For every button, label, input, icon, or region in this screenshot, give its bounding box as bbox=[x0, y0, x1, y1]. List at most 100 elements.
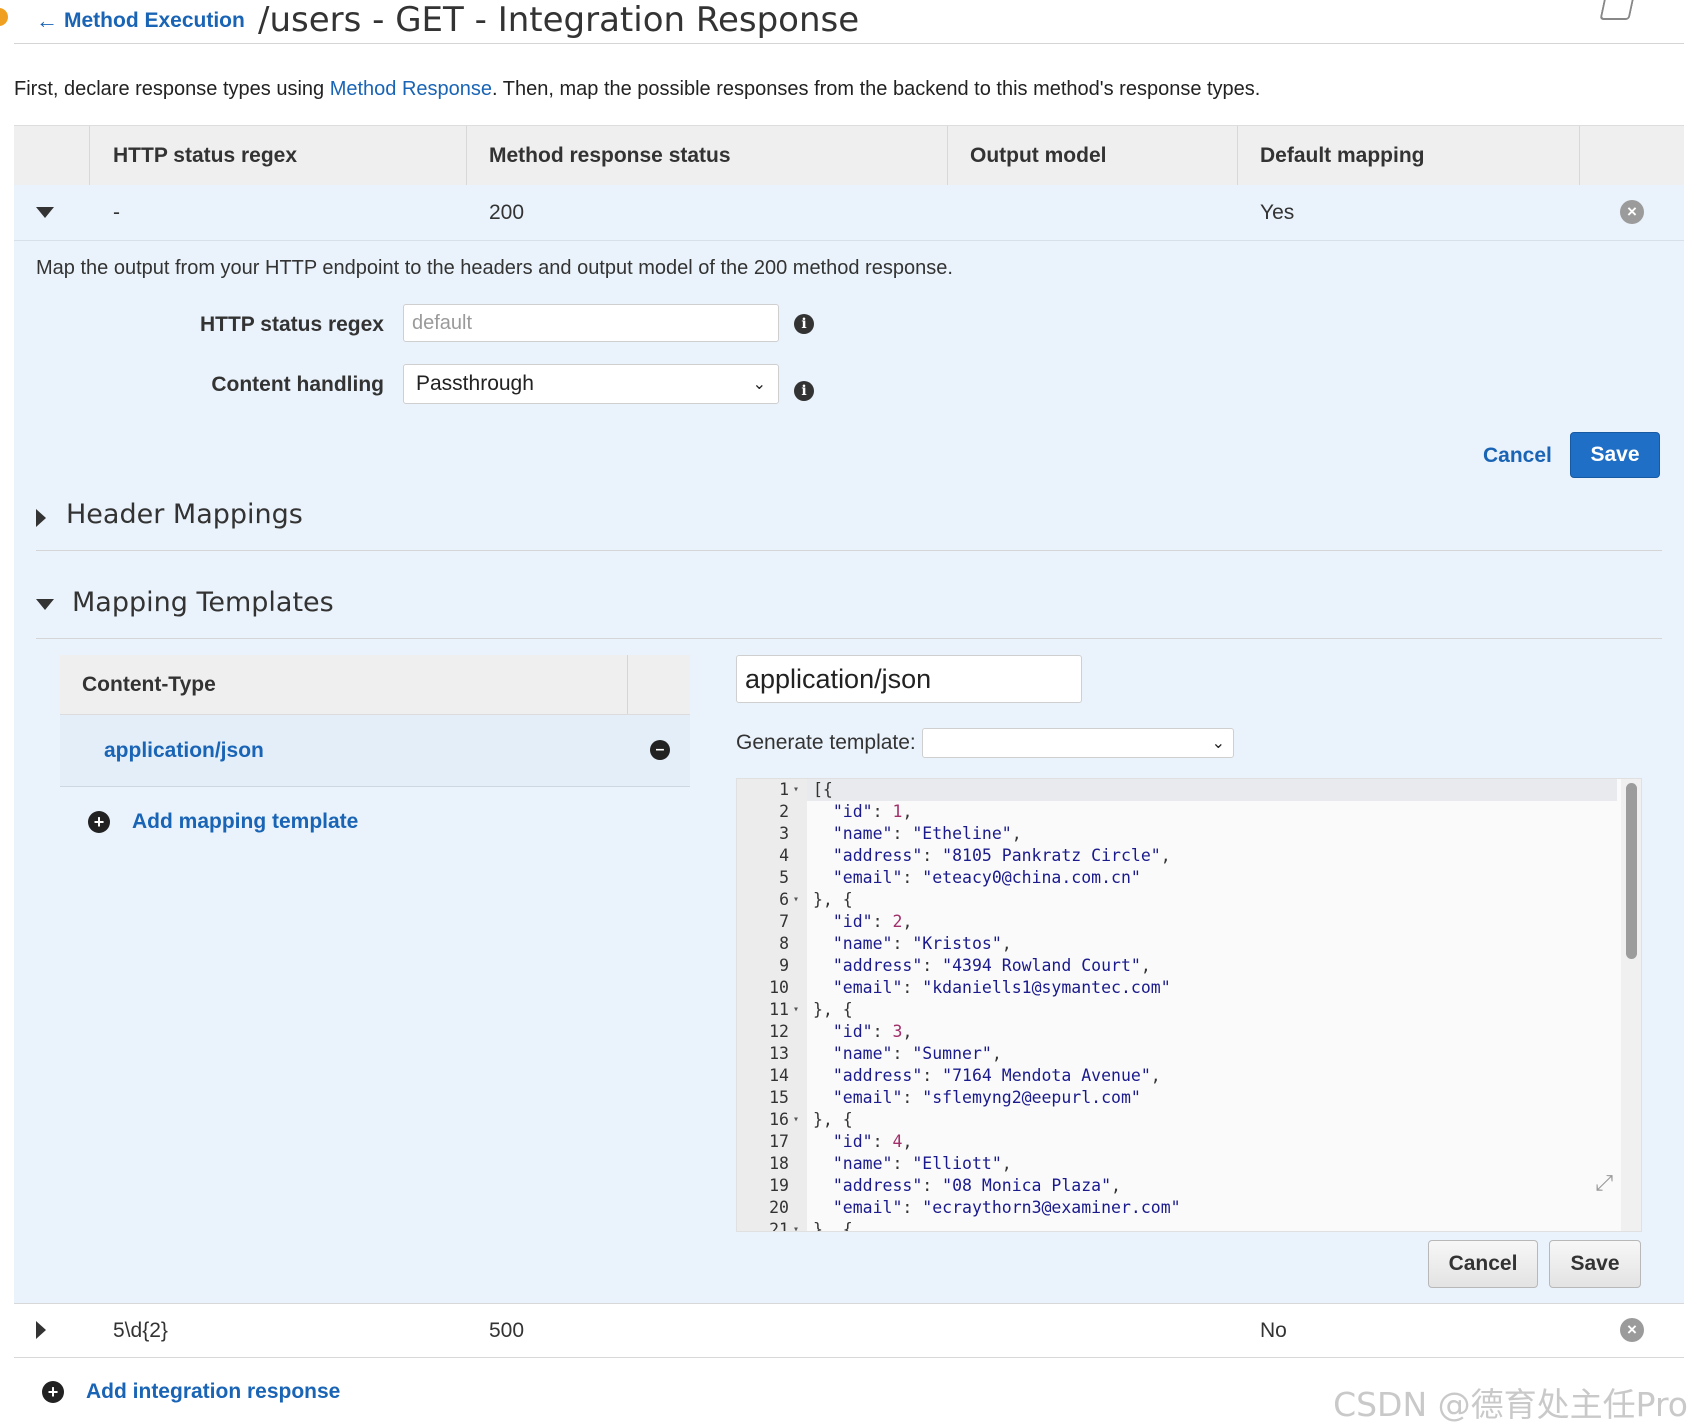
line-number: 13 bbox=[769, 1044, 789, 1063]
line-number: 16 bbox=[769, 1110, 789, 1129]
app-logo-icon bbox=[0, 8, 8, 26]
detail-save-button[interactable]: Save bbox=[1570, 432, 1660, 478]
line-number: 18 bbox=[769, 1154, 789, 1173]
code-text: "id": 4, bbox=[832, 1132, 913, 1151]
content-type-input[interactable]: application/json bbox=[736, 655, 1082, 703]
code-text: "name": "Kristos", bbox=[832, 934, 1012, 953]
minus-circle-icon[interactable]: – bbox=[650, 740, 670, 760]
method-response-link[interactable]: Method Response bbox=[330, 78, 492, 100]
line-number: 8 bbox=[779, 934, 789, 953]
editor-scrollbar[interactable] bbox=[1621, 779, 1641, 1231]
column-separator bbox=[627, 655, 628, 714]
row-method-status: 500 bbox=[489, 1319, 525, 1342]
code-text: "name": "Etheline", bbox=[832, 824, 1022, 843]
triangle-down-icon[interactable] bbox=[36, 599, 54, 610]
plus-circle-icon[interactable]: + bbox=[42, 1381, 64, 1403]
docs-book-icon[interactable] bbox=[1599, 0, 1635, 20]
line-number: 10 bbox=[769, 978, 789, 997]
line-number: 7 bbox=[779, 912, 789, 931]
row-method-status: 200 bbox=[489, 201, 525, 224]
fold-arrow-icon[interactable]: ▾ bbox=[793, 889, 799, 911]
triangle-right-icon[interactable] bbox=[36, 1321, 46, 1339]
line-number: 6 bbox=[779, 890, 789, 909]
fold-arrow-icon[interactable]: ▾ bbox=[793, 999, 799, 1021]
code-text: "email": "eteacy0@china.com.cn" bbox=[832, 868, 1141, 887]
x-circle-icon[interactable]: × bbox=[1620, 200, 1644, 224]
info-icon[interactable]: i bbox=[794, 381, 814, 401]
column-separator bbox=[1579, 126, 1580, 185]
row-default-mapping: Yes bbox=[1260, 201, 1295, 224]
line-number: 21 bbox=[769, 1220, 789, 1232]
line-number: 17 bbox=[769, 1132, 789, 1151]
template-cancel-button[interactable]: Cancel bbox=[1428, 1240, 1538, 1288]
active-line-highlight bbox=[807, 779, 1617, 801]
table-row[interactable]: 5\d{2} 500 No × bbox=[14, 1303, 1684, 1358]
page-title: /users - GET - Integration Response bbox=[258, 0, 860, 40]
column-header-default-mapping: Default mapping bbox=[1260, 144, 1425, 167]
add-mapping-template-link[interactable]: Add mapping template bbox=[132, 810, 358, 834]
header-mappings-toggle[interactable] bbox=[36, 509, 46, 527]
section-divider bbox=[36, 550, 1662, 551]
code-text: }, { bbox=[813, 1110, 853, 1129]
code-text: }, { bbox=[813, 1000, 853, 1019]
add-integration-response-link[interactable]: Add integration response bbox=[86, 1380, 340, 1404]
regex-input[interactable] bbox=[403, 304, 779, 342]
expand-arrows-icon[interactable]: ⤢ bbox=[1595, 1171, 1613, 1196]
watermark: CSDN @德育处主任Pro bbox=[1333, 1385, 1688, 1424]
content-type-header: Content-Type bbox=[60, 655, 690, 715]
column-separator bbox=[466, 126, 467, 185]
triangle-down-icon[interactable] bbox=[36, 207, 54, 218]
code-text: }, { bbox=[813, 890, 853, 909]
line-number: 9 bbox=[779, 956, 789, 975]
triangle-right-icon bbox=[36, 509, 46, 527]
template-save-button[interactable]: Save bbox=[1549, 1240, 1641, 1288]
row-regex: - bbox=[113, 201, 120, 224]
code-text: "id": 1, bbox=[832, 802, 913, 821]
detail-description: Map the output from your HTTP endpoint t… bbox=[36, 257, 953, 279]
column-separator bbox=[947, 126, 948, 185]
section-divider bbox=[36, 638, 1662, 639]
code-text: "address": "4394 Rowland Court", bbox=[832, 956, 1151, 975]
line-number: 1 bbox=[779, 780, 789, 799]
fold-arrow-icon[interactable]: ▾ bbox=[793, 1109, 799, 1131]
line-number: 15 bbox=[769, 1088, 789, 1107]
fold-arrow-icon[interactable]: ▾ bbox=[793, 1219, 799, 1231]
x-circle-icon[interactable]: × bbox=[1620, 1318, 1644, 1342]
code-text: "address": "08 Monica Plaza", bbox=[832, 1176, 1121, 1195]
code-text: "id": 2, bbox=[832, 912, 913, 931]
responses-table-header: HTTP status regex Method response status… bbox=[14, 125, 1684, 186]
back-link-label: Method Execution bbox=[64, 9, 245, 32]
table-row[interactable]: - 200 Yes × bbox=[14, 185, 1684, 241]
column-separator bbox=[1237, 126, 1238, 185]
mapping-templates-title[interactable]: Mapping Templates bbox=[72, 587, 334, 618]
line-number: 19 bbox=[769, 1176, 789, 1195]
fold-arrow-icon[interactable]: ▾ bbox=[793, 779, 799, 801]
content-type-header-label: Content-Type bbox=[82, 673, 216, 696]
intro-after: . Then, map the possible responses from … bbox=[492, 78, 1261, 100]
info-icon[interactable]: i bbox=[794, 314, 814, 334]
template-code-editor[interactable]: 1 ▾[{2 "id": 1, 3 "name": "Etheline", 4 "ad… bbox=[736, 778, 1642, 1232]
line-number: 14 bbox=[769, 1066, 789, 1085]
plus-circle-icon[interactable]: + bbox=[88, 811, 110, 833]
code-text: "email": "sflemyng2@eepurl.com" bbox=[832, 1088, 1141, 1107]
content-handling-select[interactable]: Passthrough ⌄ bbox=[403, 364, 779, 404]
generate-template-select[interactable]: ⌄ bbox=[922, 728, 1234, 758]
content-handling-value: Passthrough bbox=[416, 372, 534, 395]
list-item[interactable]: application/json – bbox=[60, 715, 690, 787]
intro-text: First, declare response types using Meth… bbox=[14, 78, 1260, 101]
code-text: }, { bbox=[813, 1220, 853, 1232]
code-text: "name": "Elliott", bbox=[832, 1154, 1012, 1173]
code-text: [{ bbox=[813, 780, 833, 799]
line-number: 3 bbox=[779, 824, 789, 843]
code-text: "address": "7164 Mendota Avenue", bbox=[832, 1066, 1161, 1085]
header-mappings-title[interactable]: Header Mappings bbox=[66, 499, 303, 530]
detail-cancel-button[interactable]: Cancel bbox=[1483, 444, 1552, 468]
content-type-item-label[interactable]: application/json bbox=[104, 715, 264, 786]
back-to-method-execution-link[interactable]: ← Method Execution bbox=[36, 8, 245, 34]
scrollbar-thumb[interactable] bbox=[1626, 783, 1637, 959]
code-text: "address": "8105 Pankratz Circle", bbox=[832, 846, 1171, 865]
column-header-method-status: Method response status bbox=[489, 144, 731, 167]
code-text: "email": "ecraythorn3@examiner.com" bbox=[832, 1198, 1181, 1217]
code-text: "id": 3, bbox=[832, 1022, 913, 1041]
line-number: 12 bbox=[769, 1022, 789, 1041]
